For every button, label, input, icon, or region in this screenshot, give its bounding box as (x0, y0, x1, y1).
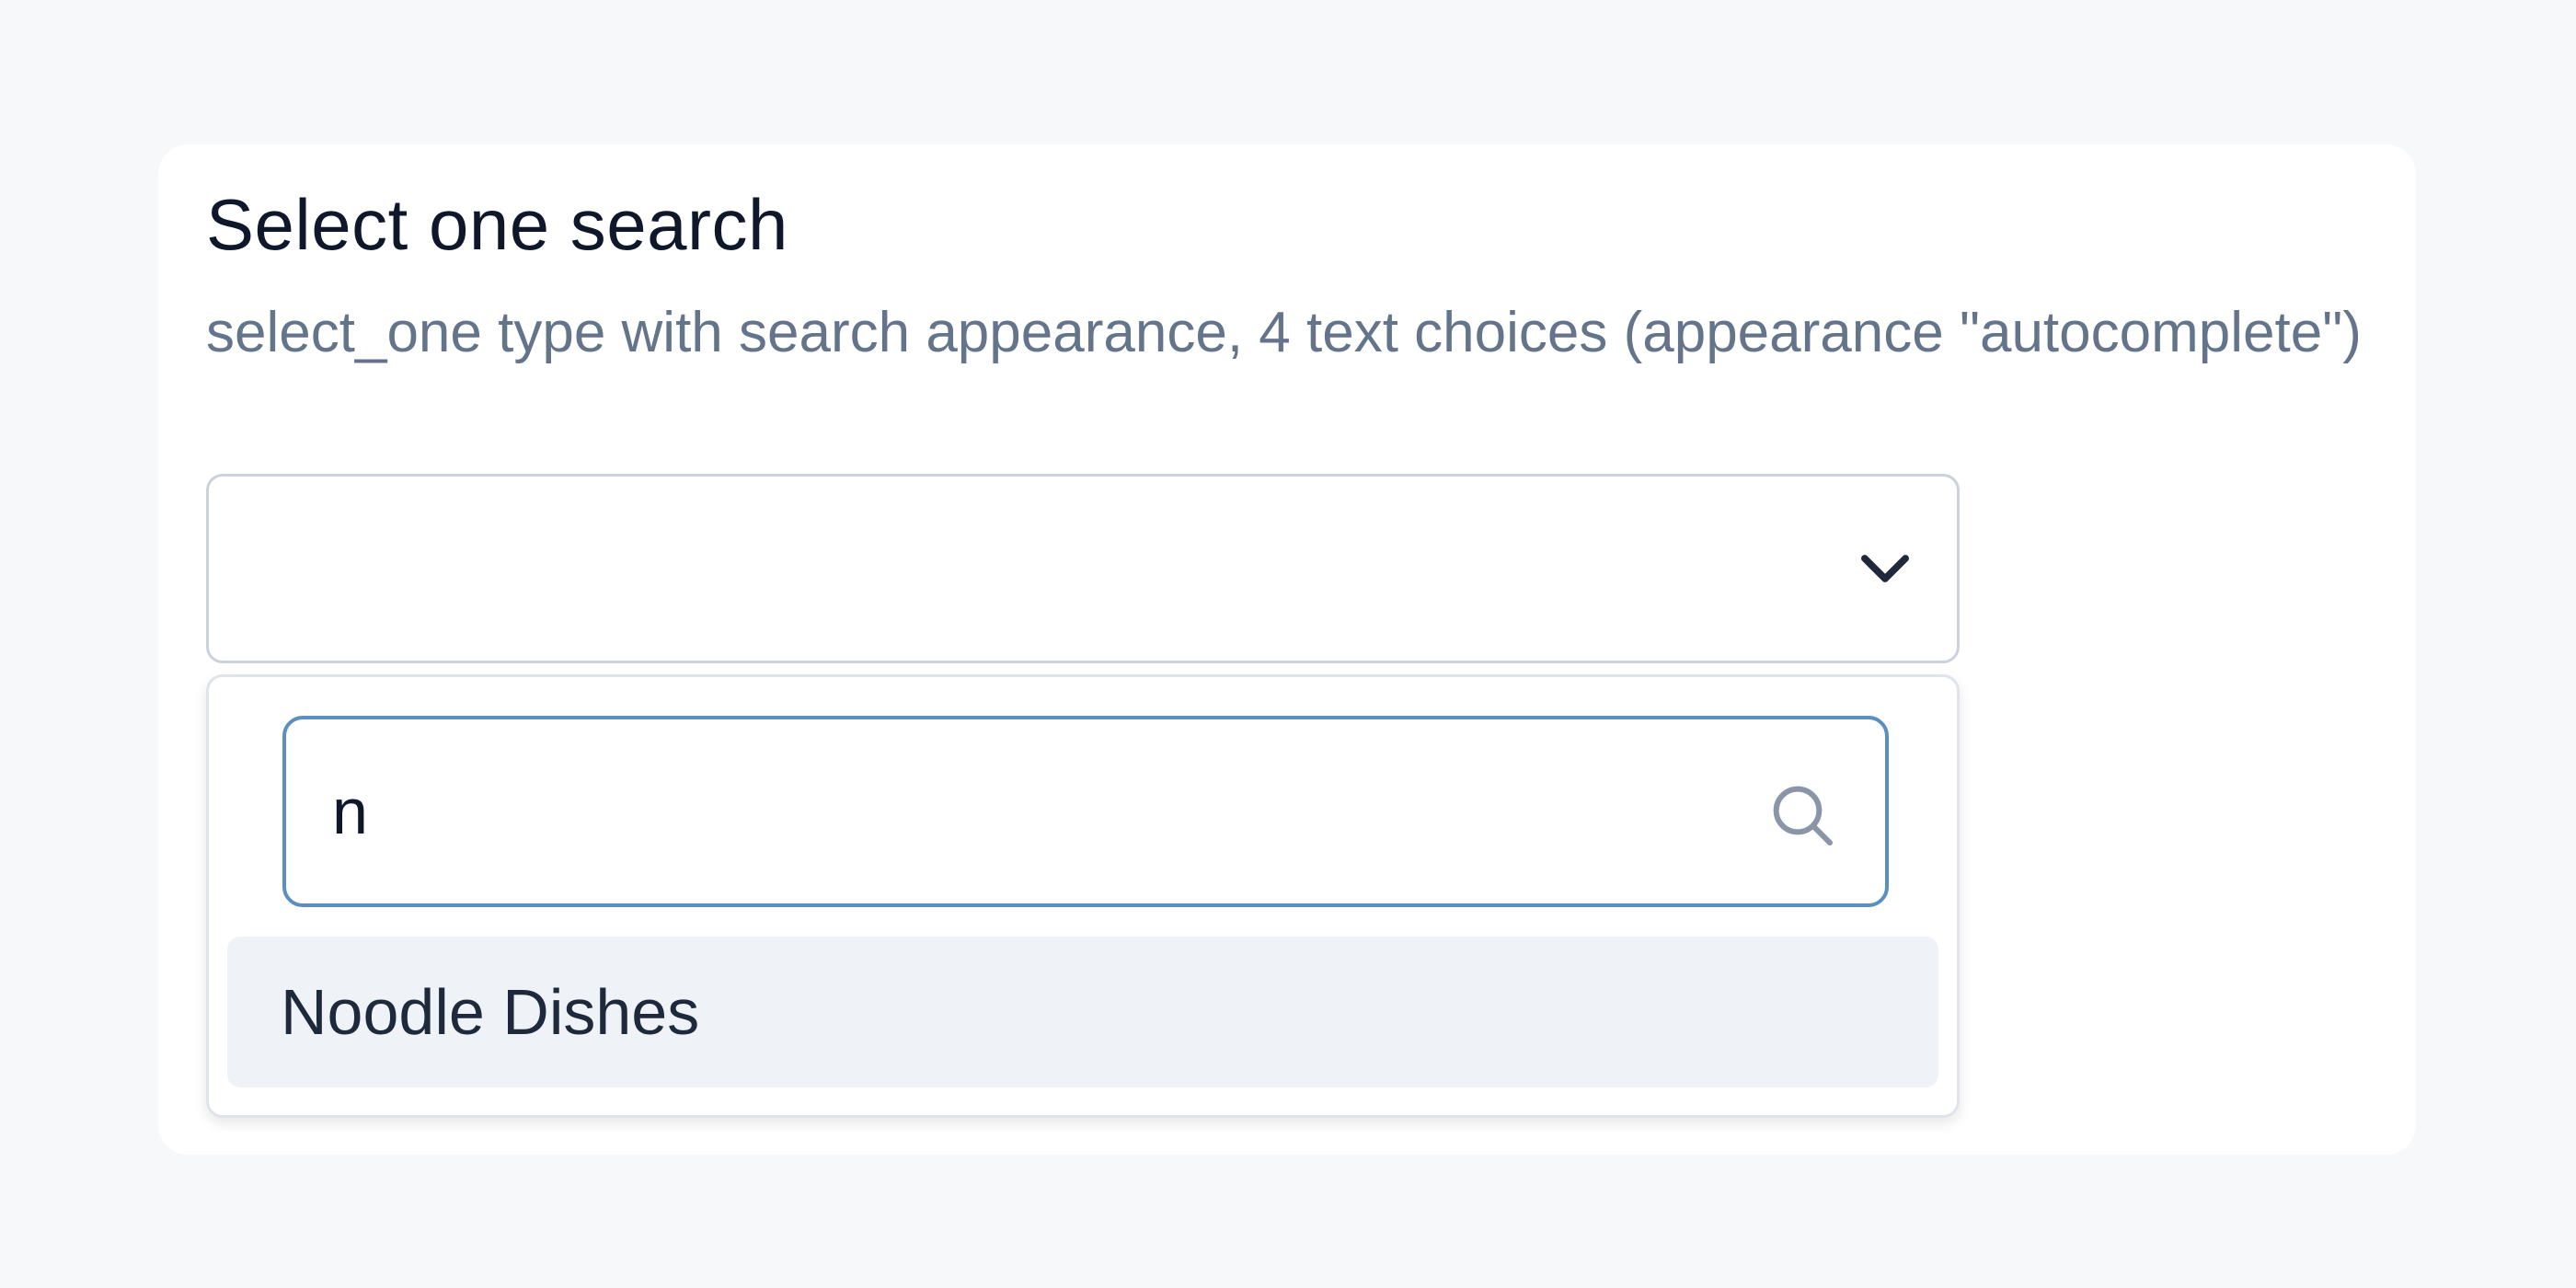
search-input[interactable] (332, 719, 1712, 903)
option-noodle-dishes[interactable]: Noodle Dishes (227, 937, 1938, 1087)
select-one-dropdown[interactable] (206, 474, 1960, 663)
page-background: Select one search select_one type with s… (0, 0, 2576, 1288)
question-title: Select one search (206, 184, 788, 265)
dropdown-menu: Noodle Dishes (206, 674, 1960, 1118)
search-icon (1773, 786, 1833, 845)
question-hint: select_one type with search appearance, … (206, 301, 2362, 364)
question-card: Select one search select_one type with s… (158, 144, 2416, 1155)
chevron-down-icon[interactable] (1850, 534, 1920, 604)
search-field[interactable] (282, 716, 1889, 907)
option-label: Noodle Dishes (281, 976, 700, 1048)
